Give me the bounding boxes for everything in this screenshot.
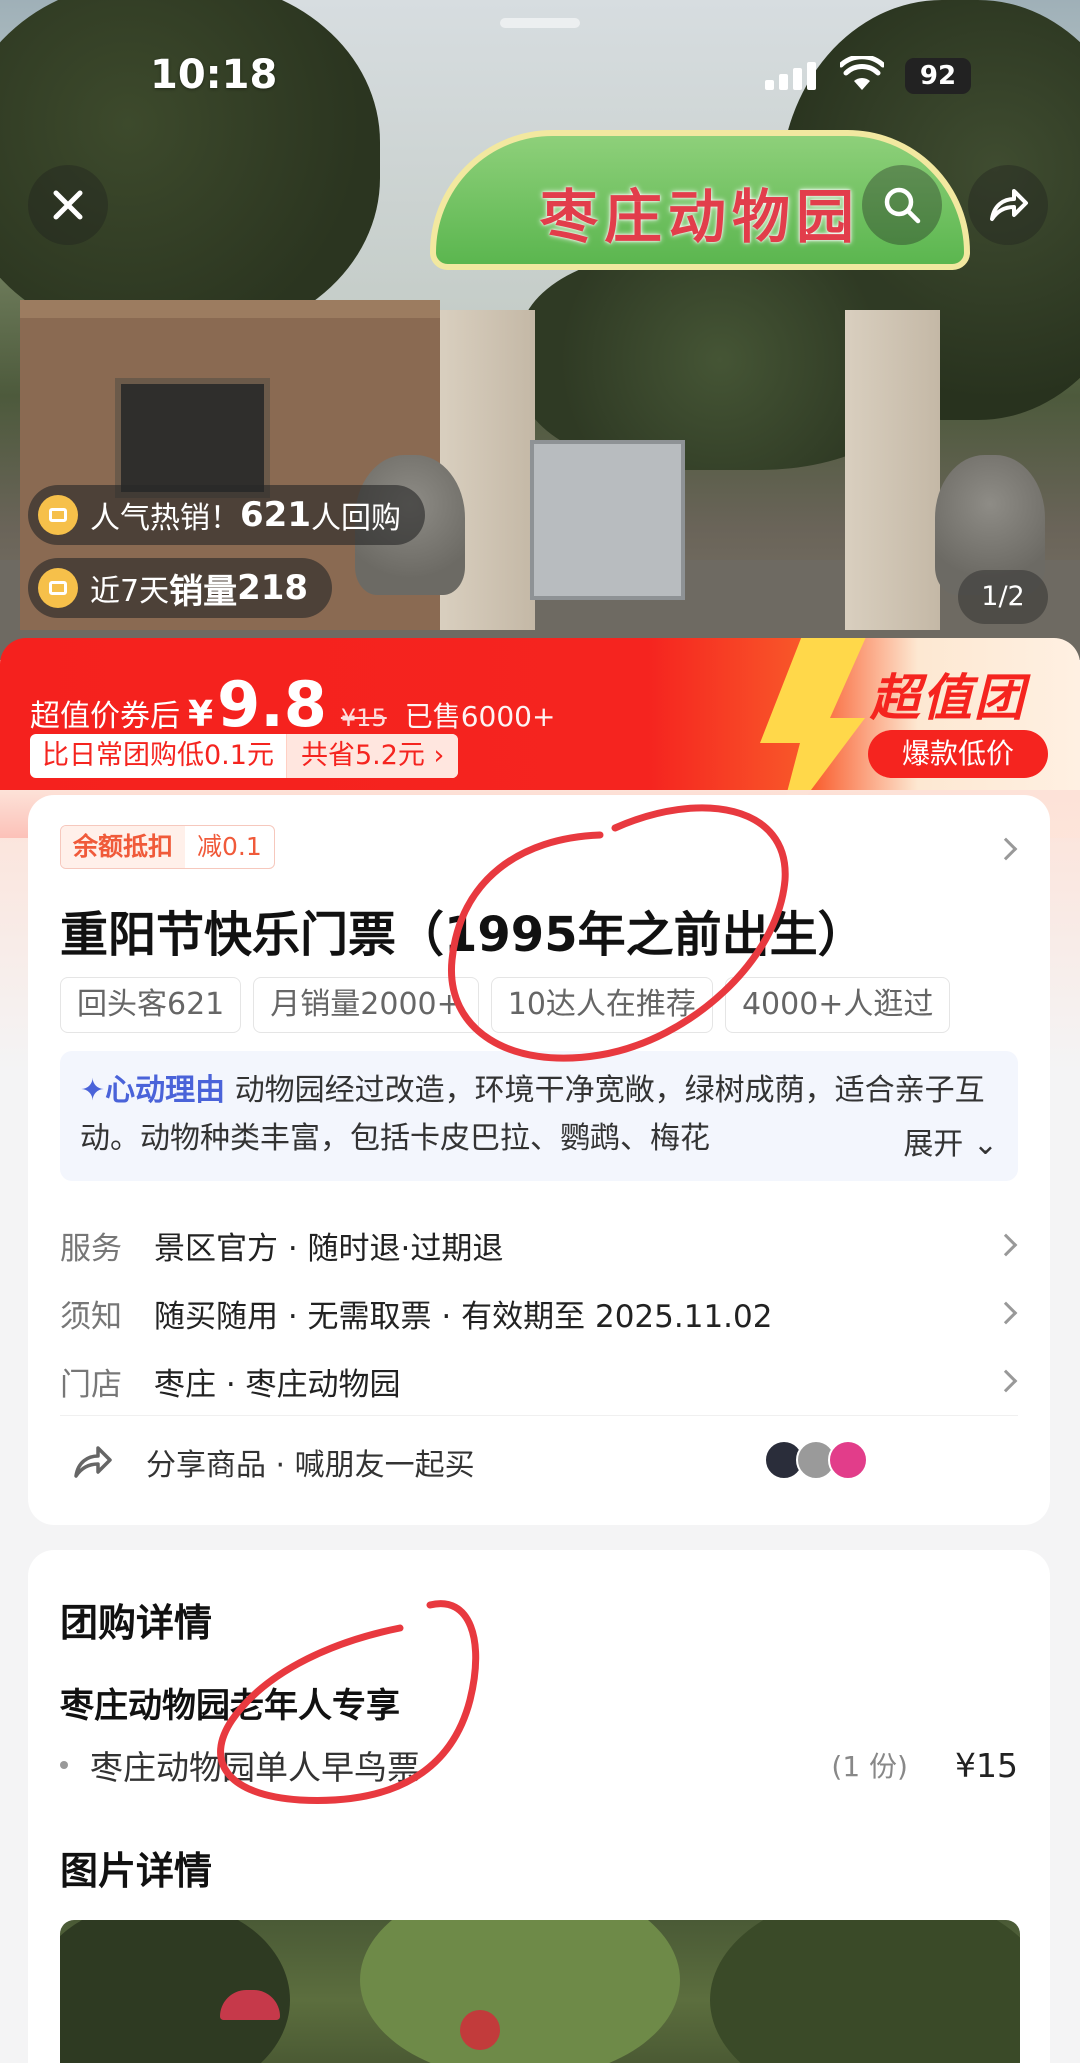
info-value: 景区官方 · 随时退·过期退	[154, 1230, 504, 1267]
image-pager: 1/2	[958, 570, 1048, 624]
coupon-value: 减0.1	[197, 832, 262, 861]
product-title: 重阳节快乐门票（1995年之前出生）	[60, 907, 866, 963]
bullet	[60, 1761, 68, 1769]
hot-deal-badge: 爆款低价	[868, 730, 1048, 778]
info-key: 须知	[60, 1298, 122, 1335]
tag-influencers[interactable]: 10达人在推荐	[490, 977, 713, 1033]
search-icon	[884, 187, 921, 224]
wifi-icon	[840, 56, 884, 90]
repurchase-text: 人气热销！	[90, 501, 240, 536]
total-saved[interactable]: 共省5.2元 ›	[285, 734, 459, 778]
price-label: 超值价券后	[30, 699, 180, 734]
cellular-signal-icon	[765, 62, 816, 90]
package-item: 枣庄动物园单人早鸟票 (1 份) ¥15	[60, 1740, 1018, 1790]
share-arrow-icon	[990, 189, 1028, 221]
info-row-service[interactable]: 服务 景区官方 · 随时退·过期退	[60, 1217, 1018, 1273]
gate-pillar-right	[845, 310, 940, 630]
drag-handle[interactable]	[500, 18, 580, 28]
chevron-right-icon	[994, 1301, 1018, 1325]
item-name: 枣庄动物园单人早鸟票	[90, 1748, 420, 1787]
photo-details-heading: 图片详情	[60, 1849, 213, 1893]
repurchase-suffix: 人回购	[310, 501, 401, 536]
repurchase-badge: 人气热销！ 621 人回购	[28, 485, 425, 545]
savings-strip[interactable]: 比日常团购低0.1元 共省5.2元 ›	[30, 734, 459, 778]
detail-photo[interactable]	[60, 1920, 1020, 2063]
avatar	[828, 1440, 868, 1480]
gate-door	[530, 440, 685, 600]
search-button[interactable]	[862, 165, 942, 245]
info-row-notice[interactable]: 须知 随买随用 · 无需取票 · 有效期至 2025.11.02	[60, 1285, 1018, 1341]
currency-symbol: ¥	[188, 694, 214, 735]
info-value: 随买随用 · 无需取票 · 有效期至 2025.11.02	[154, 1298, 773, 1335]
reason-label: ✦心动理由	[80, 1073, 226, 1108]
chevron-right-icon	[994, 1233, 1018, 1257]
zoo-sign-text: 枣庄动物园	[539, 183, 860, 251]
final-price: 9.8	[217, 668, 327, 741]
weekly-sales-text: 近7天	[90, 574, 170, 609]
share-button-top[interactable]	[968, 165, 1048, 245]
share-text: 分享商品 · 喊朋友一起买	[146, 1447, 475, 1483]
tag-list: 回头客621 月销量2000+ 10达人在推荐 4000+人逛过	[60, 977, 951, 1033]
brand-logo: 超值团	[870, 669, 1026, 727]
group-buy-details-card: 团购详情 枣庄动物园老年人专享 枣庄动物园单人早鸟票 (1 份) ¥15 图片详…	[28, 1550, 1050, 2063]
chevron-right-icon	[994, 1369, 1018, 1393]
close-icon	[53, 190, 83, 220]
status-time: 10:18	[150, 52, 278, 98]
bag-icon	[38, 568, 78, 608]
price-line: 超值价券后 ¥ 9.8 ¥15 已售6000+	[30, 668, 555, 741]
info-key: 服务	[60, 1230, 122, 1267]
details-heading: 团购详情	[60, 1601, 213, 1645]
bag-icon	[38, 495, 78, 535]
weekly-sales-count: 218	[237, 568, 309, 608]
share-arrow-icon	[74, 1445, 112, 1478]
coupon-label: 余额抵扣	[61, 826, 186, 868]
item-qty: (1 份)	[831, 1750, 908, 1783]
friend-avatars	[764, 1440, 868, 1480]
tag-returning[interactable]: 回头客621	[60, 977, 242, 1033]
battery-indicator: 92	[905, 58, 971, 94]
reason-box[interactable]: ✦心动理由 动物园经过改造，环境干净宽敞，绿树成荫，适合亲子互动。动物种类丰富，…	[60, 1051, 1018, 1181]
original-price: ¥15	[340, 704, 387, 732]
product-card: 余额抵扣 减0.1 重阳节快乐门票（1995年之前出生） 回头客621 月销量2…	[28, 795, 1050, 1525]
weekly-sales-badge: 近7天 销量 218	[28, 558, 333, 618]
repurchase-count: 621	[240, 495, 311, 535]
tag-monthly-sales[interactable]: 月销量2000+	[253, 977, 479, 1033]
product-page: 枣庄动物园 10:18 92 人气热销！ 621 人回购 近7天 销量 218 …	[0, 0, 1080, 2063]
hero-image[interactable]: 枣庄动物园 10:18 92 人气热销！ 621 人回购 近7天 销量 218 …	[0, 0, 1080, 660]
status-bar: 10:18 92	[0, 0, 1080, 110]
item-price: ¥15	[955, 1745, 1018, 1785]
compare-text: 比日常团购低0.1元	[42, 740, 274, 771]
balance-deduction-tag[interactable]: 余额抵扣 减0.1	[60, 825, 275, 869]
package-name: 枣庄动物园老年人专享	[60, 1686, 400, 1726]
close-button[interactable]	[28, 165, 108, 245]
info-row-store[interactable]: 门店 枣庄 · 枣庄动物园	[60, 1353, 1018, 1409]
chevron-right-icon[interactable]	[994, 837, 1018, 861]
expand-button[interactable]: 展开 ⌄	[891, 1121, 998, 1169]
share-row[interactable]: 分享商品 · 喊朋友一起买	[60, 1415, 1018, 1507]
tag-visitors[interactable]: 4000+人逛过	[724, 977, 951, 1033]
sold-count: 已售6000+	[404, 700, 556, 733]
info-value: 枣庄 · 枣庄动物园	[154, 1366, 401, 1403]
weekly-sales-label: 销量	[169, 571, 238, 612]
info-key: 门店	[60, 1366, 122, 1403]
